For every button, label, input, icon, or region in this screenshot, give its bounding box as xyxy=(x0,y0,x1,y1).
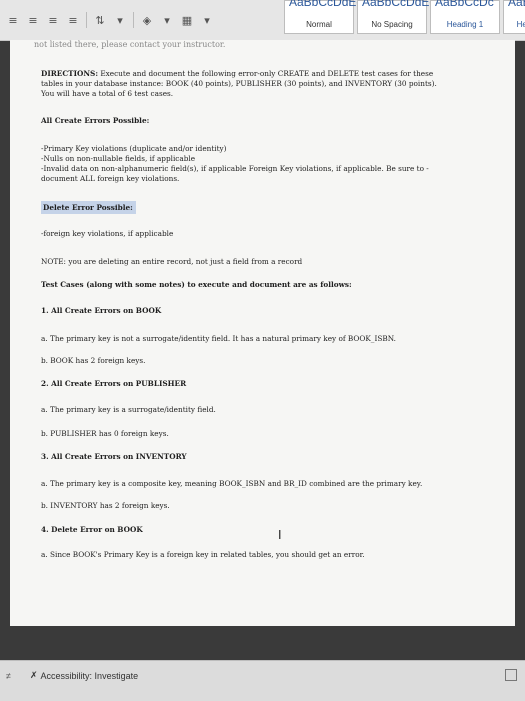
create-errors-heading: All Create Errors Possible: xyxy=(41,116,150,125)
delete-error-item: -foreign key violations, if applicable xyxy=(41,229,174,238)
style-heading-2[interactable]: AaBb Hea xyxy=(503,0,525,34)
ribbon-toolbar: ≡ ≡ ≡ ≡ ⇅ ▾ ◈ ▾ ▦ ▾ AaBbCcDdEe Normal Aa… xyxy=(0,0,525,41)
status-bar: ≠ ✗ Accessibility: Investigate xyxy=(0,660,525,701)
directions-line: You will have a total of 6 test cases. xyxy=(41,89,174,98)
style-sample: AaBbCcDdEe xyxy=(362,0,437,9)
shading-icon[interactable]: ◈ xyxy=(140,13,154,27)
align-center-icon[interactable]: ≡ xyxy=(26,13,40,27)
style-name: Normal xyxy=(306,20,332,29)
section-item: b. BOOK has 2 foreign keys. xyxy=(41,356,146,365)
chevron-down-icon[interactable]: ▾ xyxy=(160,13,174,27)
section-item: b. PUBLISHER has 0 foreign keys. xyxy=(41,429,169,438)
word-count-icon[interactable]: ≠ xyxy=(6,671,11,681)
toolbar-divider xyxy=(133,12,134,28)
section-heading: 4. Delete Error on BOOK xyxy=(41,525,143,534)
directions-line: tables in your database instance: BOOK (… xyxy=(41,79,437,88)
section-item: b. INVENTORY has 2 foreign keys. xyxy=(41,501,170,510)
style-sample: AaBbCcDc xyxy=(435,0,494,9)
accessibility-status[interactable]: ✗ Accessibility: Investigate xyxy=(30,670,138,681)
style-sample: AaBbCcDdEe xyxy=(289,0,364,9)
document-page[interactable]: not listed there, please contact your in… xyxy=(10,40,515,626)
create-error-item: -Primary Key violations (duplicate and/o… xyxy=(41,144,227,153)
canvas-gap xyxy=(0,626,525,660)
note-line: NOTE: you are deleting an entire record,… xyxy=(41,257,303,266)
accessibility-icon: ✗ xyxy=(30,670,38,680)
align-left-icon[interactable]: ≡ xyxy=(6,13,20,27)
chevron-down-icon[interactable]: ▾ xyxy=(200,13,214,27)
directions-line: DIRECTIONS: Execute and document the fol… xyxy=(41,69,433,79)
section-item: a. The primary key is a composite key, m… xyxy=(41,479,423,488)
create-error-item: document ALL foreign key violations. xyxy=(41,174,180,183)
delete-error-heading: Delete Error Possible: xyxy=(41,201,136,214)
toolbar-divider xyxy=(86,12,87,28)
style-heading-1[interactable]: AaBbCcDc Heading 1 xyxy=(430,0,500,34)
style-sample: AaBb xyxy=(508,0,525,9)
chevron-down-icon[interactable]: ▾ xyxy=(113,13,127,27)
style-name: No Spacing xyxy=(371,20,413,29)
create-error-item: -Nulls on non-nullable fields, if applic… xyxy=(41,154,196,163)
paragraph-tools: ≡ ≡ ≡ ≡ ⇅ ▾ ◈ ▾ ▦ ▾ xyxy=(6,12,214,28)
style-no-spacing[interactable]: AaBbCcDdEe No Spacing xyxy=(357,0,436,34)
accessibility-label: Accessibility: Investigate xyxy=(40,670,139,681)
line-spacing-icon[interactable]: ⇅ xyxy=(93,13,107,27)
justify-icon[interactable]: ≡ xyxy=(66,13,80,27)
borders-icon[interactable]: ▦ xyxy=(180,13,194,27)
section-item: a. Since BOOK's Primary Key is a foreign… xyxy=(41,550,365,559)
style-name: Heading 1 xyxy=(446,20,484,29)
style-name: Hea xyxy=(516,20,525,29)
directions-label: DIRECTIONS: xyxy=(41,69,99,78)
styles-gallery: AaBbCcDdEe Normal AaBbCcDdEe No Spacing … xyxy=(284,0,525,34)
section-heading: 2. All Create Errors on PUBLISHER xyxy=(41,379,187,388)
section-item: a. The primary key is a surrogate/identi… xyxy=(41,405,216,414)
align-right-icon[interactable]: ≡ xyxy=(46,13,60,27)
section-item: a. The primary key is not a surrogate/id… xyxy=(41,334,396,343)
text-cursor-icon: I xyxy=(278,528,282,542)
test-cases-heading: Test Cases (along with some notes) to ex… xyxy=(41,280,352,289)
create-error-item: -Invalid data on non-alphanumeric field(… xyxy=(41,164,429,173)
directions-text: Execute and document the following error… xyxy=(98,69,434,78)
cutoff-line: not listed there, please contact your in… xyxy=(34,40,226,49)
section-heading: 3. All Create Errors on INVENTORY xyxy=(41,452,187,461)
style-normal[interactable]: AaBbCcDdEe Normal xyxy=(284,0,363,34)
selected-text: Delete Error Possible: xyxy=(41,201,136,214)
section-heading: 1. All Create Errors on BOOK xyxy=(41,306,162,315)
focus-icon[interactable] xyxy=(505,669,517,681)
